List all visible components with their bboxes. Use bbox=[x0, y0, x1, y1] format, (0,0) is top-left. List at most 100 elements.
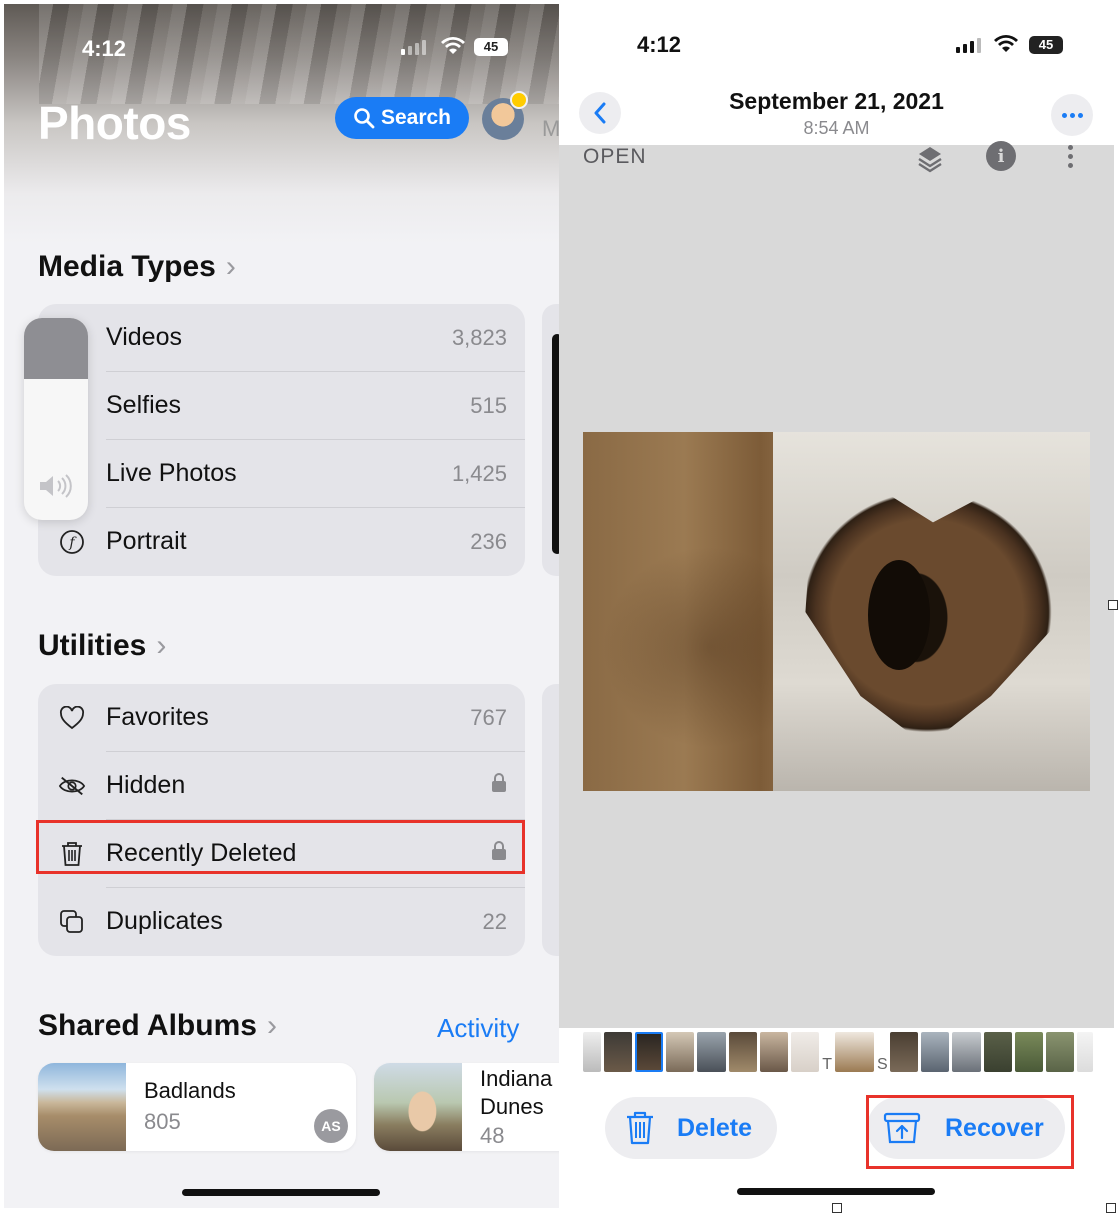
thumbnail[interactable] bbox=[921, 1032, 950, 1072]
thumbnail-letter: S bbox=[877, 1056, 888, 1073]
contributor-badge: AS bbox=[314, 1109, 348, 1143]
knot-hole bbox=[868, 560, 930, 670]
next-card-peek bbox=[542, 684, 559, 956]
status-bar: 4:12 45 bbox=[559, 30, 1114, 64]
cellular-signal-icon bbox=[401, 40, 426, 55]
thumbnail[interactable] bbox=[890, 1032, 919, 1072]
selection-handle[interactable] bbox=[1106, 1203, 1116, 1213]
thumbnail[interactable] bbox=[983, 1032, 1012, 1072]
thumbnail[interactable] bbox=[697, 1032, 726, 1072]
album-thumbnail bbox=[38, 1063, 126, 1151]
album-count: 805 bbox=[144, 1109, 181, 1134]
status-time: 4:12 bbox=[637, 32, 682, 57]
delete-button-label: Delete bbox=[677, 1113, 753, 1142]
shared-albums-heading[interactable]: Shared Albums › bbox=[38, 1009, 277, 1043]
thumbnail[interactable] bbox=[791, 1032, 820, 1072]
list-item-label: Favorites bbox=[106, 703, 209, 731]
home-indicator bbox=[182, 1189, 380, 1196]
thumbnail[interactable] bbox=[952, 1032, 981, 1072]
thumbnail[interactable] bbox=[728, 1032, 757, 1072]
eye-slash-icon bbox=[58, 772, 86, 800]
highlight-recover bbox=[866, 1095, 1074, 1169]
media-types-title: Media Types bbox=[38, 250, 216, 283]
list-item-label: Portrait bbox=[106, 527, 187, 555]
photos-library-screen: 4:12 45 Photos Search M Media Types › Vi… bbox=[4, 4, 559, 1208]
utilities-title: Utilities bbox=[38, 629, 147, 662]
album-name: Indiana Dunes bbox=[480, 1066, 553, 1119]
battery-icon: 45 bbox=[474, 38, 508, 56]
thumbnail-selected[interactable] bbox=[634, 1032, 664, 1072]
shared-album-badlands[interactable]: Badlands 805 AS bbox=[38, 1063, 356, 1151]
thumbnail[interactable] bbox=[1014, 1032, 1044, 1072]
album-thumbnail bbox=[374, 1063, 462, 1151]
cellular-signal-icon bbox=[956, 38, 981, 53]
ellipsis-dot bbox=[1061, 112, 1067, 118]
photo-viewer: OPEN i bbox=[559, 141, 1114, 1028]
search-button[interactable]: Search bbox=[335, 97, 469, 139]
list-item-selfies[interactable]: Selfies 515 bbox=[38, 372, 525, 440]
thumbnail[interactable] bbox=[603, 1032, 632, 1072]
activity-link[interactable]: Activity bbox=[437, 1013, 519, 1044]
media-types-heading[interactable]: Media Types › bbox=[38, 250, 236, 284]
info-icon: i bbox=[986, 141, 1016, 171]
svg-text:f: f bbox=[68, 535, 77, 551]
highlight-recently-deleted bbox=[36, 820, 525, 874]
home-indicator bbox=[737, 1188, 935, 1195]
media-types-card: Videos 3,823 Selfies 515 Live Photos 1,4… bbox=[38, 304, 525, 576]
shared-album-indiana-dunes[interactable]: Indiana Dunes 48 bbox=[374, 1063, 559, 1151]
notification-dot bbox=[510, 91, 528, 109]
thumbnail-letter: T bbox=[822, 1056, 833, 1073]
photo-date: September 21, 2021 bbox=[729, 88, 944, 114]
thumbnail[interactable] bbox=[835, 1032, 875, 1072]
deleted-photo[interactable] bbox=[583, 432, 1090, 791]
open-label: OPEN bbox=[583, 145, 647, 168]
page-title: Photos bbox=[38, 97, 191, 149]
photo-time: 8:54 AM bbox=[803, 118, 870, 138]
trash-icon bbox=[627, 1111, 653, 1145]
thumbnail[interactable] bbox=[1077, 1032, 1093, 1072]
volume-indicator bbox=[24, 318, 88, 520]
list-item-label: Hidden bbox=[106, 771, 186, 799]
selection-handle[interactable] bbox=[832, 1203, 842, 1213]
shared-albums-title: Shared Albums bbox=[38, 1009, 257, 1042]
thumbnail[interactable] bbox=[666, 1032, 695, 1072]
heart-icon bbox=[58, 704, 86, 732]
list-item-label: Videos bbox=[106, 323, 182, 351]
selection-handle[interactable] bbox=[1108, 600, 1118, 610]
ellipsis-dot bbox=[1077, 112, 1083, 118]
portrait-icon: f bbox=[58, 528, 86, 556]
status-bar: 4:12 45 bbox=[4, 32, 559, 66]
album-name: Badlands bbox=[144, 1078, 236, 1103]
delete-button[interactable]: Delete bbox=[605, 1097, 777, 1159]
list-item-label: Live Photos bbox=[106, 459, 237, 487]
list-item-live-photos[interactable]: Live Photos 1,425 bbox=[38, 440, 525, 508]
list-item-count: 767 bbox=[470, 705, 507, 730]
volume-level-fill bbox=[24, 318, 88, 379]
thumbnail[interactable] bbox=[583, 1032, 601, 1072]
recently-deleted-photo-screen: 4:12 45 September 21, 2021 8:54 AM OPEN … bbox=[559, 0, 1114, 1210]
thumbnail[interactable] bbox=[759, 1032, 789, 1072]
lock-icon bbox=[491, 773, 507, 799]
speaker-icon bbox=[40, 474, 72, 498]
list-item-count: 515 bbox=[470, 393, 507, 418]
peek-letter: M bbox=[542, 116, 559, 141]
list-item-label: Selfies bbox=[106, 391, 182, 419]
list-item-hidden[interactable]: Hidden bbox=[38, 752, 525, 820]
duplicates-icon bbox=[58, 908, 86, 936]
device-edge bbox=[552, 334, 559, 554]
status-time: 4:12 bbox=[82, 36, 127, 61]
list-item-count: 3,823 bbox=[451, 325, 507, 350]
list-item-favorites[interactable]: Favorites 767 bbox=[38, 684, 525, 752]
list-item-portrait[interactable]: f Portrait 236 bbox=[38, 508, 525, 576]
ellipsis-dot bbox=[1069, 112, 1075, 118]
thumbnail[interactable] bbox=[1046, 1032, 1075, 1072]
chevron-right-icon: › bbox=[266, 1009, 277, 1042]
list-item-videos[interactable]: Videos 3,823 bbox=[38, 304, 525, 372]
chevron-right-icon: › bbox=[225, 250, 236, 283]
chevron-right-icon: › bbox=[156, 629, 167, 662]
thumbnail-strip[interactable]: T S bbox=[583, 1030, 1093, 1074]
utilities-heading[interactable]: Utilities › bbox=[38, 629, 166, 663]
list-item-duplicates[interactable]: Duplicates 22 bbox=[38, 888, 525, 956]
more-options-button[interactable] bbox=[1051, 94, 1093, 136]
search-button-label: Search bbox=[380, 106, 452, 129]
